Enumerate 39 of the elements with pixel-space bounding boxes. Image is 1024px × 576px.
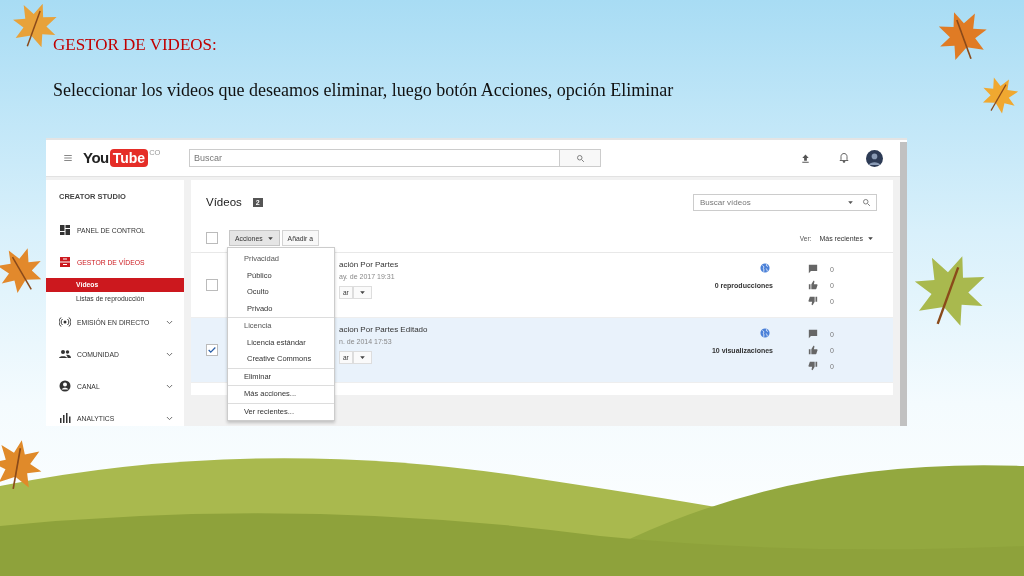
bar-chart-icon [59,412,71,424]
search-field[interactable]: Buscar vídeos [694,197,839,207]
logo-badge: Tube [109,149,149,167]
search-icon [575,153,585,163]
caret-icon [867,234,874,242]
search-icon [862,197,871,207]
instruction-text: Seleccionar los videos que deseamos eliminar, luego botón Acciones, opción Eliminar [53,79,675,101]
search-field[interactable]: Buscar [189,149,560,167]
avatar-icon[interactable] [866,149,883,167]
thumbs-up-icon [808,345,818,355]
menu-icon[interactable] [63,153,73,163]
slide-title: GESTOR DE VIDEOS: [53,34,218,56]
page-title: Vídeos [206,196,242,208]
video-title[interactable]: acion Por Partes Editado [339,324,650,336]
checkbox[interactable] [206,344,218,356]
comment-icon [808,329,818,339]
upload-icon[interactable] [800,152,811,164]
caret-icon [847,198,854,206]
globe-icon [760,263,770,273]
logo-text: You [83,149,109,167]
dashboard-icon [59,224,71,236]
video-search-field[interactable]: Buscar vídeos [693,193,877,211]
caret-icon [266,234,274,242]
thumbs-down-icon [808,361,818,371]
thumbs-down-icon [808,296,818,306]
list-icon [59,256,71,268]
caret-icon [358,354,366,361]
comment-icon [808,264,818,274]
globe-icon [760,328,770,338]
people-icon [59,348,71,360]
video-title[interactable]: ación Por Partes [339,259,650,271]
scrollbar[interactable] [900,142,907,426]
account-icon [59,380,71,392]
thumbs-up-icon [808,280,818,290]
bell-icon[interactable] [838,152,850,164]
checkbox[interactable] [206,279,218,291]
checkbox[interactable] [206,232,218,244]
broadcast-icon [59,316,71,328]
caret-icon [358,289,366,296]
